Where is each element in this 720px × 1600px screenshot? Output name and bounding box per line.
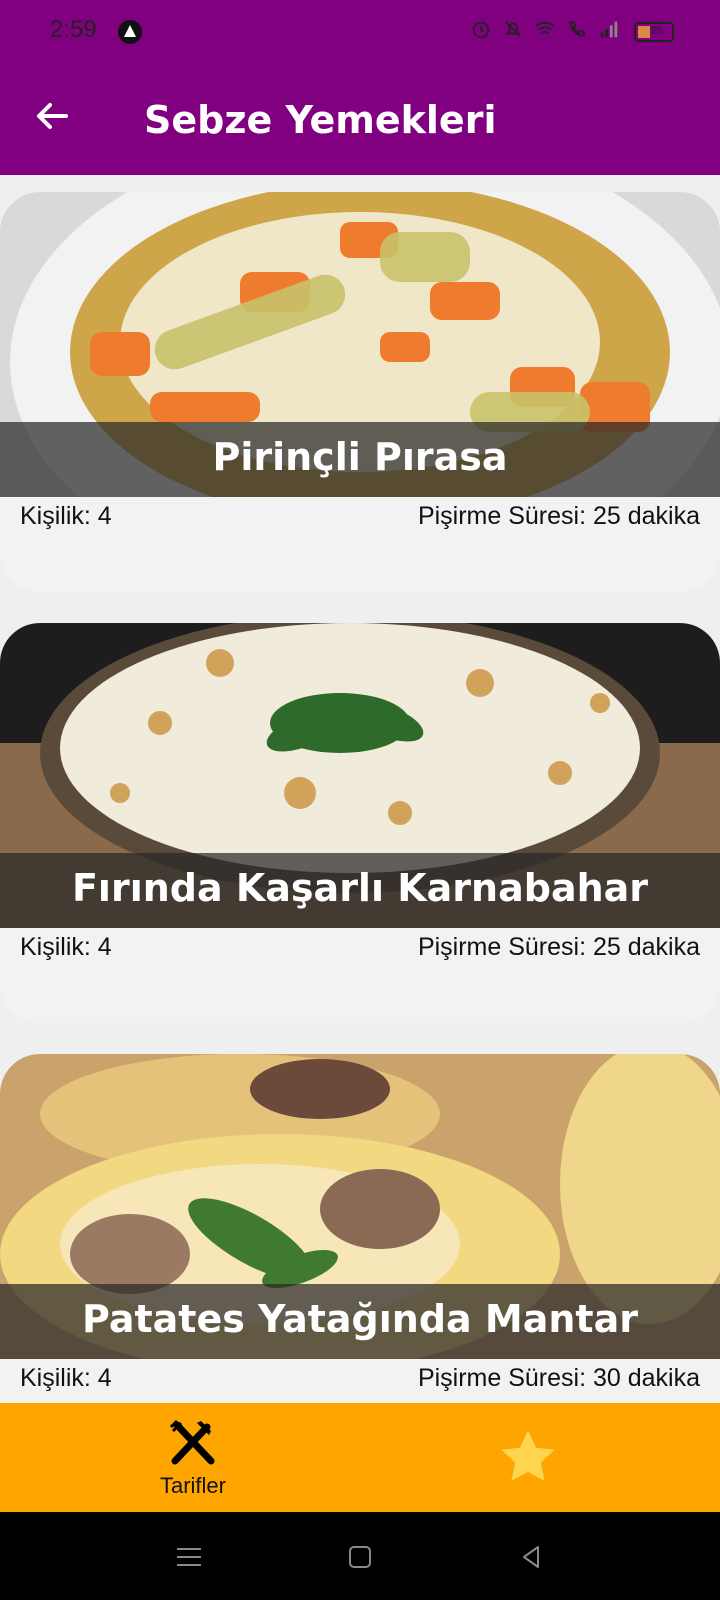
status-time: 2:59 xyxy=(50,16,97,43)
recipe-card[interactable]: Patates Yatağında Mantar Kişilik: 4 Pişi… xyxy=(0,1054,720,1403)
recipe-title: Fırında Kaşarlı Karnabahar xyxy=(71,866,649,910)
alarm-icon xyxy=(472,21,490,39)
fork-knife-icon xyxy=(169,1419,215,1465)
mute-icon xyxy=(505,21,521,37)
servings-text: Kişilik: 4 xyxy=(20,1364,112,1392)
servings-text: Kişilik: 4 xyxy=(20,933,112,961)
menu-icon[interactable] xyxy=(174,1542,204,1572)
recipe-list: Pirinçli Pırasa Kişilik: 4 Pişirme Süres… xyxy=(0,175,720,1403)
recipe-title: Patates Yatağında Mantar xyxy=(82,1297,638,1341)
page-title: Sebze Yemekleri xyxy=(144,98,497,142)
recipe-card[interactable]: Pirinçli Pırasa Kişilik: 4 Pişirme Süres… xyxy=(0,192,720,592)
app-notification-icon xyxy=(118,20,142,44)
recipe-title: Pirinçli Pırasa xyxy=(212,435,508,479)
battery-icon: 35 xyxy=(634,22,674,42)
tab-recipes-label: Tarifler xyxy=(159,1473,226,1498)
cook-time-text: Pişirme Süresi: 25 dakika xyxy=(417,502,700,530)
star-icon[interactable] xyxy=(496,1425,560,1489)
arrow-left-icon[interactable] xyxy=(30,94,74,138)
home-icon[interactable] xyxy=(345,1542,375,1572)
back-icon[interactable] xyxy=(516,1542,546,1572)
system-navigation-bar xyxy=(0,1512,720,1600)
recipe-card[interactable]: Fırında Kaşarlı Karnabahar Kişilik: 4 Pi… xyxy=(0,623,720,1023)
wifi-icon xyxy=(535,21,555,35)
cook-time-text: Pişirme Süresi: 30 dakika xyxy=(417,1364,700,1392)
bottom-navigation: Tarifler xyxy=(0,1403,720,1512)
cook-time-text: Pişirme Süresi: 25 dakika xyxy=(417,933,700,961)
tab-recipes[interactable]: Tarifler xyxy=(140,1417,246,1503)
battery-level: 35 xyxy=(650,25,663,37)
signal-icon xyxy=(600,21,618,38)
status-bar: 2:59 35 xyxy=(0,0,720,64)
status-icons xyxy=(470,18,620,40)
wifi-call-icon xyxy=(569,20,586,37)
servings-text: Kişilik: 4 xyxy=(20,502,112,530)
app-bar: Sebze Yemekleri xyxy=(0,64,720,175)
